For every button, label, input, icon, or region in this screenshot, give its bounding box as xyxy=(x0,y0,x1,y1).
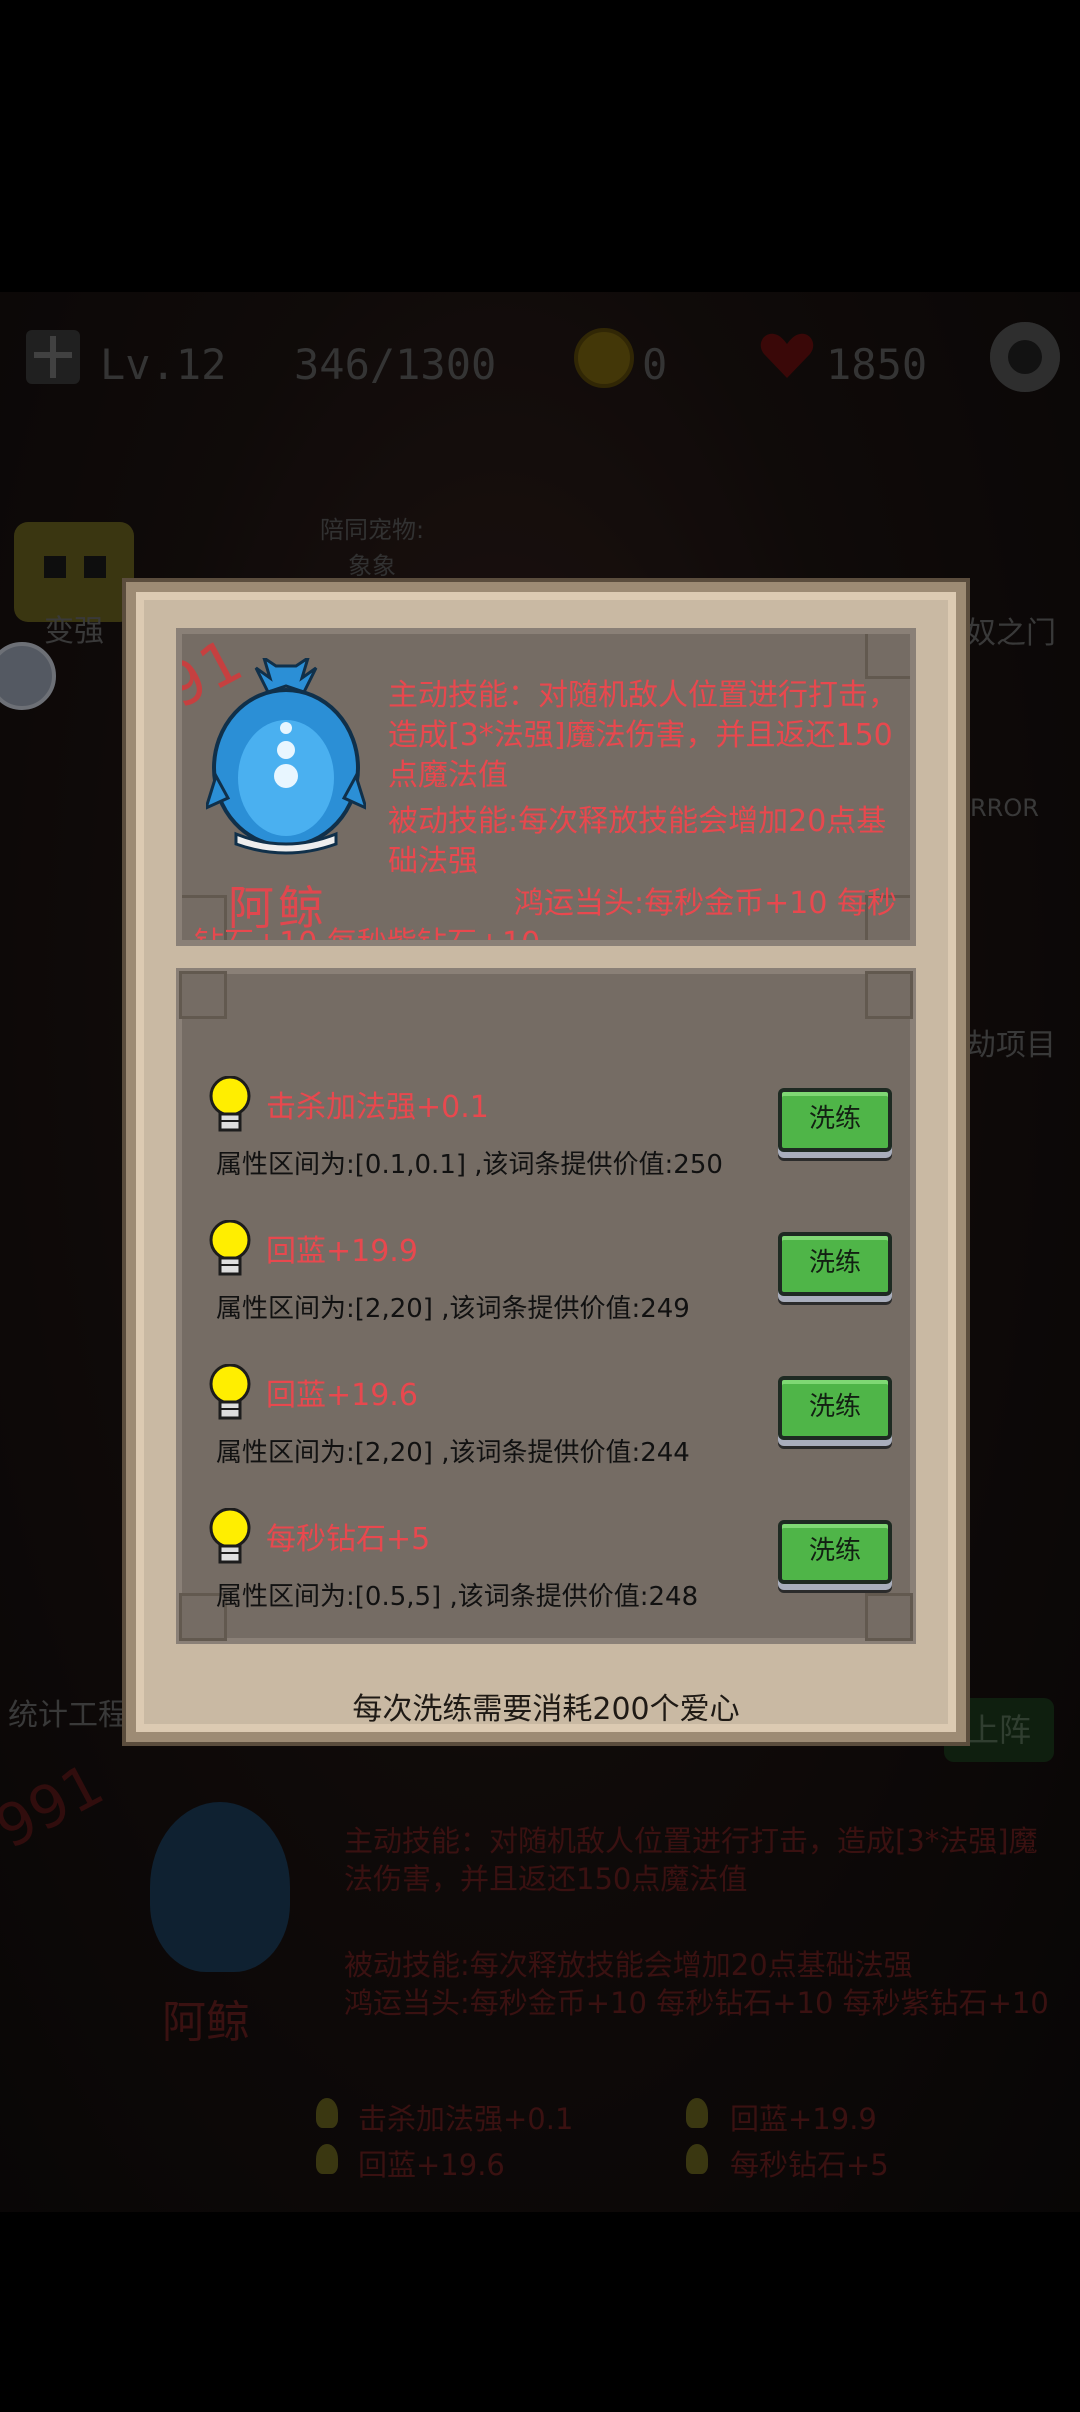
panel-corner xyxy=(865,971,913,1019)
refine-dialog: 991 阿鲸 主动技能：对随机敌人位置进行打击，造成[3*法强]魔法伤害，并且返… xyxy=(126,582,966,1742)
luck-skill-text: 鸿运当头:每秒金币+10 每秒钻石+10 每秒紫钻石+10 xyxy=(194,886,897,946)
refine-cost-note: 每次洗练需要消耗200个爱心 xyxy=(352,1692,740,1727)
refine-button[interactable]: 洗练 xyxy=(778,1088,892,1152)
attributes-panel: 击杀加法强+0.1 属性区间为:[0.1,0.1] ,该词条提供价值:250 洗… xyxy=(176,968,916,1644)
pet-info-panel: 991 阿鲸 主动技能：对随机敌人位置进行打击，造成[3*法强]魔法伤害，并且返… xyxy=(176,628,916,946)
lightbulb-icon xyxy=(209,1076,251,1132)
refine-button[interactable]: 洗练 xyxy=(778,1520,892,1584)
attribute-range: 属性区间为:[0.5,5] ,该词条提供价值:248 xyxy=(216,1582,699,1612)
panel-corner xyxy=(865,634,910,679)
attribute-title: 每秒钻石+5 xyxy=(266,1522,431,1557)
attribute-row: 每秒钻石+5 属性区间为:[0.5,5] ,该词条提供价值:248 洗练 xyxy=(182,1508,910,1648)
attribute-range: 属性区间为:[2,20] ,该词条提供价值:249 xyxy=(216,1294,690,1324)
attribute-title: 回蓝+19.9 xyxy=(266,1234,418,1269)
lightbulb-icon xyxy=(209,1364,251,1420)
panel-corner xyxy=(179,971,227,1019)
lightbulb-icon xyxy=(209,1508,251,1564)
attribute-title: 回蓝+19.6 xyxy=(266,1378,418,1413)
attribute-range: 属性区间为:[2,20] ,该词条提供价值:244 xyxy=(216,1438,690,1468)
refine-button[interactable]: 洗练 xyxy=(778,1376,892,1440)
active-skill-text: 主动技能：对随机敌人位置进行打击，造成[3*法强]魔法伤害，并且返还150点魔法… xyxy=(388,678,898,793)
attribute-range: 属性区间为:[0.1,0.1] ,该词条提供价值:250 xyxy=(216,1150,723,1180)
attribute-row: 击杀加法强+0.1 属性区间为:[0.1,0.1] ,该词条提供价值:250 洗… xyxy=(182,1076,910,1216)
passive-skill-text: 被动技能:每次释放技能会增加20点基础法强 xyxy=(388,804,887,879)
attribute-row: 回蓝+19.6 属性区间为:[2,20] ,该词条提供价值:244 洗练 xyxy=(182,1364,910,1504)
refine-button[interactable]: 洗练 xyxy=(778,1232,892,1296)
attribute-title: 击杀加法强+0.1 xyxy=(266,1090,489,1125)
lightbulb-icon xyxy=(209,1220,251,1276)
attribute-row: 回蓝+19.9 属性区间为:[2,20] ,该词条提供价值:249 洗练 xyxy=(182,1220,910,1360)
